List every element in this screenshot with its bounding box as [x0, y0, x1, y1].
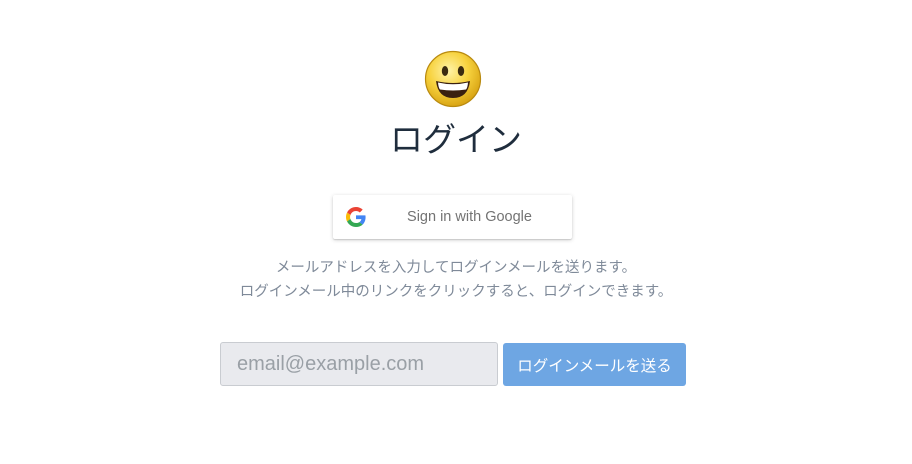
email-login-form: ログインメールを送る — [220, 342, 686, 386]
page-title: ログイン — [390, 120, 522, 159]
instructions-text: メールアドレスを入力してログインメールを送ります。 ログインメール中のリンクをク… — [0, 256, 912, 304]
google-sign-in-button[interactable]: Sign in with Google — [333, 195, 572, 239]
smiley-face-icon — [424, 50, 482, 108]
instructions-line-1: メールアドレスを入力してログインメールを送ります。 — [275, 260, 637, 276]
login-page: ログイン Sign in with Google メールアドレスを入力してログイ… — [0, 0, 912, 464]
instructions-line-2: ログインメール中のリンクをクリックすると、ログインできます。 — [239, 284, 673, 300]
send-login-email-button[interactable]: ログインメールを送る — [503, 343, 686, 386]
google-sign-in-label: Sign in with Google — [407, 209, 532, 225]
google-g-icon — [346, 207, 366, 227]
email-input[interactable] — [220, 342, 498, 386]
